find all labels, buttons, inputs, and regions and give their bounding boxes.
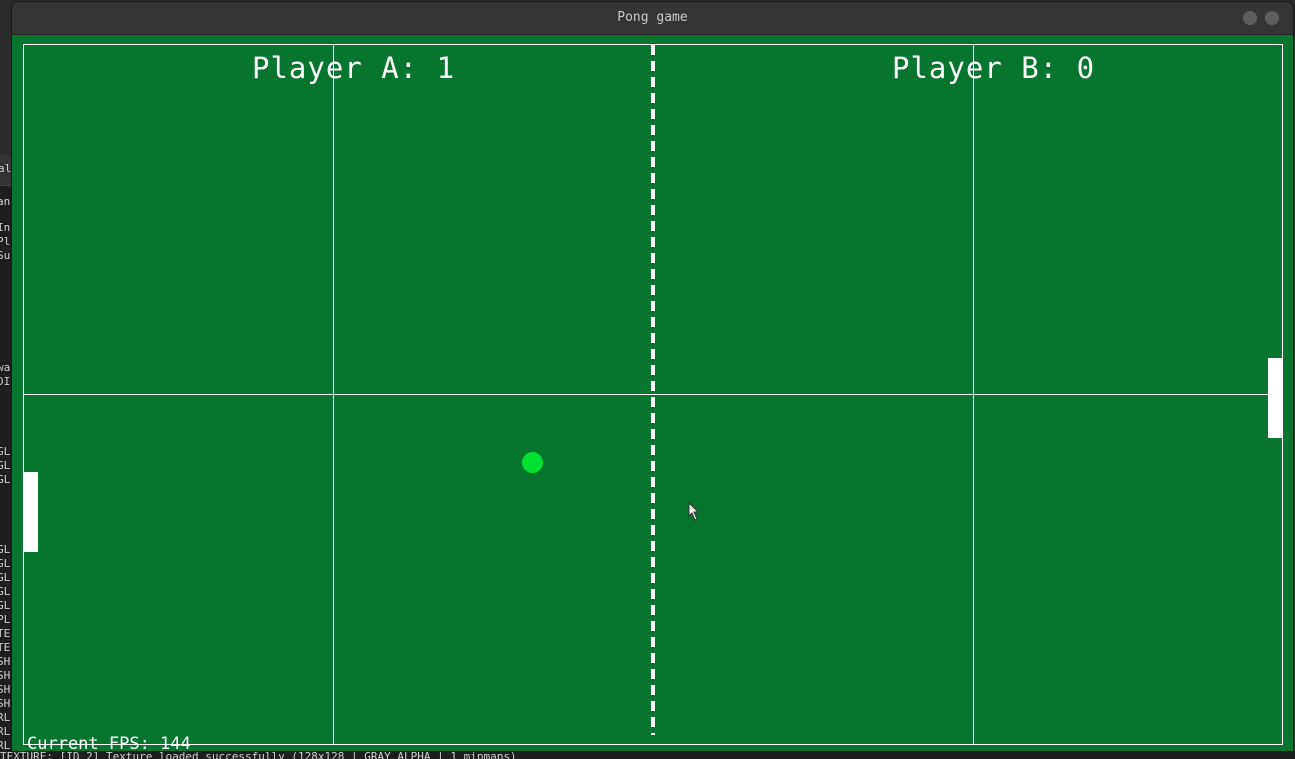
- terminal-line: an: [0, 195, 11, 208]
- terminal-tab-label: al: [0, 162, 12, 175]
- left-paddle: [24, 472, 38, 552]
- terminal-line: RL: [0, 711, 11, 724]
- terminal-line: GL: [0, 557, 11, 570]
- center-net-dashed-line: [651, 45, 655, 735]
- terminal-line: GL: [0, 473, 11, 486]
- mouse-cursor-icon: [688, 502, 700, 521]
- terminal-log-line: TEXTURE: [ID 2] Texture loaded successfu…: [0, 751, 517, 759]
- player-b-score: Player B: 0: [892, 51, 1096, 85]
- fps-counter: Current FPS: 144: [27, 734, 191, 751]
- terminal-line: GL: [0, 599, 11, 612]
- close-button[interactable]: [1265, 11, 1279, 25]
- terminal-line: Pl: [0, 235, 11, 248]
- terminal-line: GL: [0, 585, 11, 598]
- terminal-line: Su: [0, 249, 11, 262]
- terminal-bottom-log: TEXTURE: [ID 2] Texture loaded successfu…: [0, 751, 1295, 759]
- game-window[interactable]: Pong game Player A: 1 Player B: 0 Curren…: [12, 2, 1293, 751]
- window-title: Pong game: [617, 10, 688, 25]
- terminal-line: GL: [0, 571, 11, 584]
- terminal-line: TE: [0, 627, 11, 640]
- terminal-line: SH: [0, 669, 11, 682]
- player-a-score: Player A: 1: [252, 51, 456, 85]
- window-titlebar[interactable]: Pong game: [12, 2, 1293, 35]
- terminal-tab[interactable]: al: [0, 155, 12, 186]
- terminal-line: DI: [0, 375, 11, 388]
- terminal-line: SH: [0, 697, 11, 710]
- terminal-line: GL: [0, 459, 11, 472]
- ball: [522, 452, 543, 473]
- terminal-line: PL: [0, 613, 11, 626]
- minimize-button[interactable]: [1243, 11, 1257, 25]
- terminal-line: In: [0, 221, 11, 234]
- terminal-line: GL: [0, 543, 11, 556]
- right-paddle: [1268, 358, 1282, 438]
- terminal-line: SH: [0, 683, 11, 696]
- terminal-line: GL: [0, 445, 11, 458]
- terminal-line: SH: [0, 655, 11, 668]
- terminal-line: wa: [0, 361, 11, 374]
- terminal-line: TE: [0, 641, 11, 654]
- terminal-line: RL: [0, 725, 11, 738]
- background-terminal: al an In Pl Su wa DI GL GL GL GL GL GL G…: [0, 155, 12, 759]
- game-field[interactable]: Player A: 1 Player B: 0 Current FPS: 144: [12, 35, 1293, 751]
